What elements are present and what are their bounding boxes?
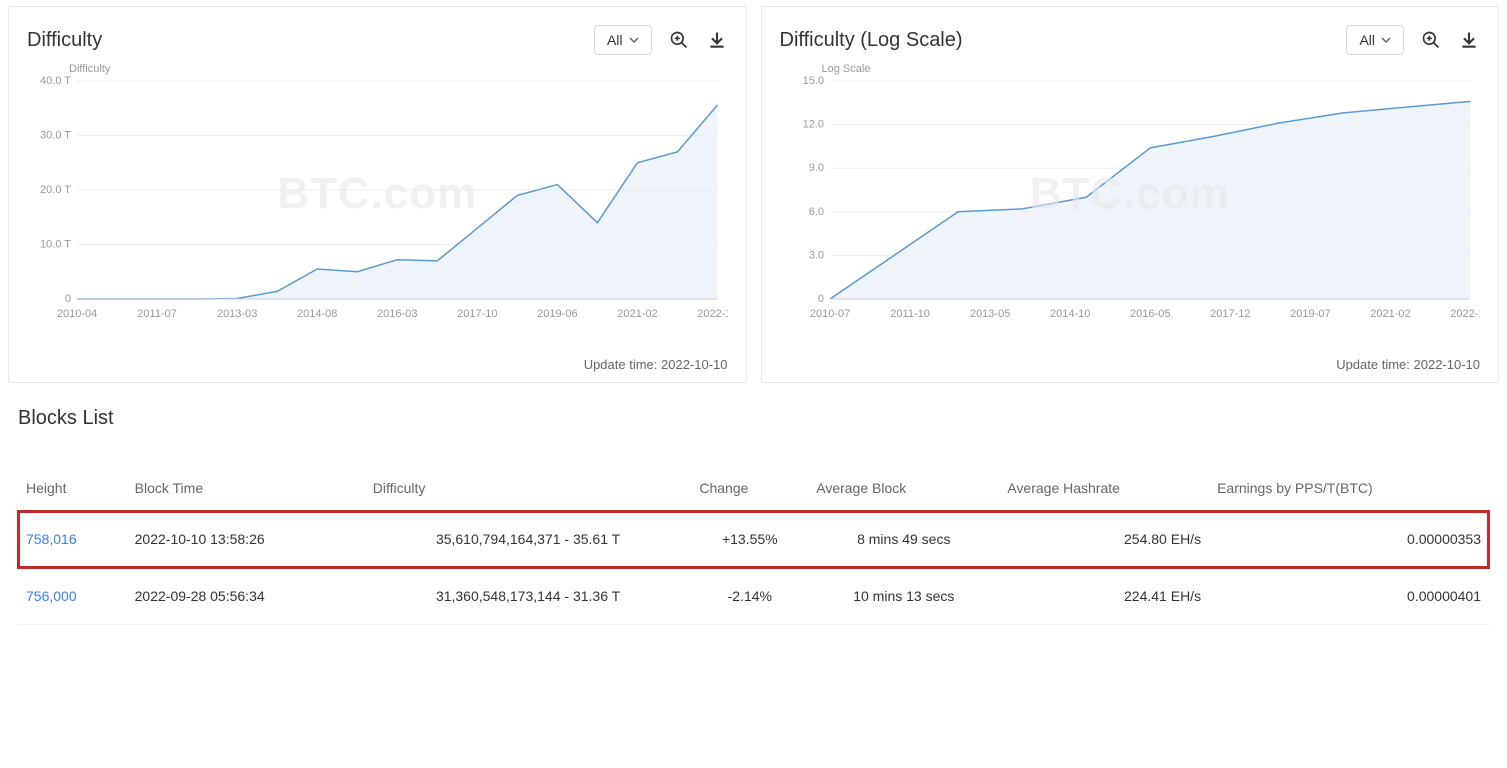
range-select-label: All — [1359, 32, 1375, 48]
svg-text:2013-05: 2013-05 — [969, 308, 1009, 320]
svg-text:40.0 T: 40.0 T — [40, 75, 71, 87]
col-block-time: Block Time — [127, 466, 365, 511]
col-earnings: Earnings by PPS/T(BTC) — [1209, 466, 1489, 511]
svg-text:2017-12: 2017-12 — [1210, 308, 1250, 320]
range-select[interactable]: All — [1346, 25, 1404, 55]
svg-text:0: 0 — [817, 293, 823, 305]
svg-text:2014-08: 2014-08 — [297, 308, 337, 320]
col-avg-block: Average Block — [808, 466, 999, 511]
difficulty-log-chart-card: Difficulty (Log Scale) All Log Scale BTC… — [761, 6, 1500, 383]
svg-text:2016-05: 2016-05 — [1130, 308, 1170, 320]
col-difficulty: Difficulty — [365, 466, 692, 511]
cell-change: -2.14% — [691, 568, 808, 625]
download-icon[interactable] — [1458, 29, 1480, 51]
col-height: Height — [18, 466, 127, 511]
height-link[interactable]: 756,000 — [26, 588, 77, 604]
table-row: 758,016 2022-10-10 13:58:26 35,610,794,1… — [18, 511, 1489, 568]
download-icon[interactable] — [706, 29, 728, 51]
svg-text:15.0: 15.0 — [802, 75, 823, 87]
zoom-in-icon[interactable] — [668, 29, 690, 51]
cell-difficulty: 35,610,794,164,371 - 35.61 T — [365, 511, 692, 568]
svg-text:9.0: 9.0 — [808, 162, 823, 174]
svg-text:2010-04: 2010-04 — [57, 308, 97, 320]
col-change: Change — [691, 466, 808, 511]
svg-text:2011-10: 2011-10 — [890, 308, 930, 320]
table-row: 756,000 2022-09-28 05:56:34 31,360,548,1… — [18, 568, 1489, 625]
chevron-down-icon — [629, 32, 639, 48]
svg-text:3.0: 3.0 — [808, 249, 823, 261]
y-axis-title: Log Scale — [822, 63, 871, 75]
blocks-list-section: Blocks List Height Block Time Difficulty… — [0, 383, 1507, 625]
svg-text:2019-07: 2019-07 — [1290, 308, 1330, 320]
svg-text:2010-07: 2010-07 — [809, 308, 849, 320]
zoom-in-icon[interactable] — [1420, 29, 1442, 51]
cell-avg-hashrate: 224.41 EH/s — [999, 568, 1209, 625]
col-avg-hashrate: Average Hashrate — [999, 466, 1209, 511]
cell-avg-block: 8 mins 49 secs — [808, 511, 999, 568]
y-axis-title: Difficulty — [69, 63, 110, 75]
svg-text:30.0 T: 30.0 T — [40, 130, 71, 142]
chart-title: Difficulty (Log Scale) — [780, 29, 963, 52]
cell-block-time: 2022-09-28 05:56:34 — [127, 568, 365, 625]
svg-text:2019-06: 2019-06 — [537, 308, 577, 320]
cell-difficulty: 31,360,548,173,144 - 31.36 T — [365, 568, 692, 625]
svg-text:2022-10: 2022-10 — [697, 308, 727, 320]
svg-text:2017-10: 2017-10 — [457, 308, 497, 320]
svg-text:2016-03: 2016-03 — [377, 308, 417, 320]
cell-earnings: 0.00000353 — [1209, 511, 1489, 568]
svg-text:2014-10: 2014-10 — [1050, 308, 1090, 320]
difficulty-log-chart: 15.0 12.0 9.0 6.0 3.0 0 2010-07 2011-10 2013-05 2… — [780, 63, 1481, 323]
svg-text:2013-03: 2013-03 — [217, 308, 257, 320]
difficulty-chart: 40.0 T 30.0 T 20.0 T 10.0 T 0 2010-04 2011-07 2… — [27, 63, 728, 323]
blocks-table: Height Block Time Difficulty Change Aver… — [18, 466, 1489, 625]
cell-earnings: 0.00000401 — [1209, 568, 1489, 625]
svg-text:0: 0 — [65, 293, 71, 305]
range-select-label: All — [607, 32, 623, 48]
cell-avg-block: 10 mins 13 secs — [808, 568, 999, 625]
chart-title: Difficulty — [27, 29, 102, 52]
svg-text:2021-02: 2021-02 — [617, 308, 657, 320]
update-time: Update time: 2022-10-10 — [27, 357, 728, 372]
svg-text:2022-10: 2022-10 — [1450, 308, 1480, 320]
svg-text:2021-02: 2021-02 — [1370, 308, 1410, 320]
svg-text:10.0 T: 10.0 T — [40, 239, 71, 251]
svg-text:6.0: 6.0 — [808, 206, 823, 218]
svg-text:2011-07: 2011-07 — [137, 308, 177, 320]
blocks-list-title: Blocks List — [18, 407, 1489, 430]
cell-avg-hashrate: 254.80 EH/s — [999, 511, 1209, 568]
svg-text:20.0 T: 20.0 T — [40, 184, 71, 196]
difficulty-chart-card: Difficulty All Difficulty BTC.com 40. — [8, 6, 747, 383]
height-link[interactable]: 758,016 — [26, 531, 77, 547]
cell-block-time: 2022-10-10 13:58:26 — [127, 511, 365, 568]
chevron-down-icon — [1381, 32, 1391, 48]
update-time: Update time: 2022-10-10 — [780, 357, 1481, 372]
range-select[interactable]: All — [594, 25, 652, 55]
svg-text:12.0: 12.0 — [802, 119, 823, 131]
cell-change: +13.55% — [691, 511, 808, 568]
